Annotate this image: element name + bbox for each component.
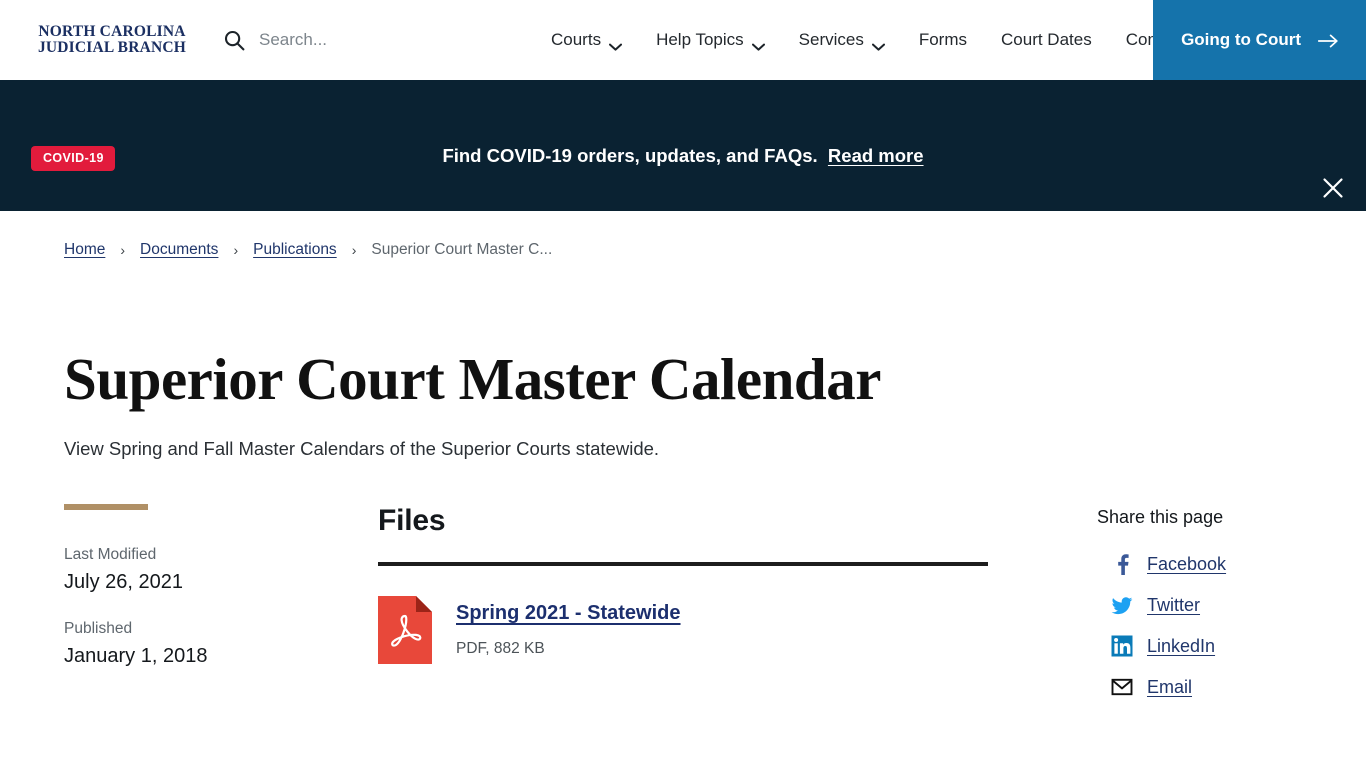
search-bar[interactable]: [224, 20, 429, 60]
share-label: LinkedIn: [1147, 635, 1216, 656]
breadcrumb-item-home[interactable]: Home: [64, 241, 105, 259]
nav-item-label: Services: [798, 30, 864, 49]
nav-item-courts[interactable]: Courts: [551, 30, 623, 51]
nav-item-label: Forms: [918, 30, 968, 49]
breadcrumb-item-current: Superior Court Master C...: [371, 241, 553, 258]
banner-message: Find COVID-19 orders, updates, and FAQs.…: [0, 145, 1366, 167]
file-info: Spring 2021 - Statewide PDF, 882 KB: [456, 596, 681, 658]
twitter-icon: [1111, 594, 1133, 616]
email-icon: [1111, 676, 1133, 698]
page-subtitle: View Spring and Fall Master Calendars of…: [64, 437, 660, 459]
logo-line-1: NORTH CAROLINA: [38, 22, 186, 40]
file-link[interactable]: Spring 2021 - Statewide: [456, 602, 681, 624]
nav-item-court-dates[interactable]: Court Dates: [1001, 30, 1092, 50]
file-meta: PDF, 882 KB: [456, 639, 545, 657]
document-metadata: Last Modified July 26, 2021 Published Ja…: [64, 503, 378, 708]
banner-read-more-link[interactable]: Read more: [828, 145, 924, 166]
chevron-down-icon: [871, 36, 885, 51]
accent-divider: [64, 503, 148, 510]
chevron-down-icon: [751, 36, 765, 51]
nav-item-label: Court Dates: [1001, 30, 1092, 49]
files-section: Files Spring 2021 - Statewide PDF, 882 K…: [378, 504, 988, 708]
breadcrumb-separator: ›: [351, 242, 357, 258]
breadcrumb-separator: ›: [120, 242, 126, 258]
pdf-file-icon: [378, 595, 432, 664]
nav-item-label: Courts: [551, 30, 602, 49]
files-heading: Files: [378, 503, 446, 537]
share-facebook[interactable]: Facebook: [1097, 544, 1302, 585]
nav-item-label: Help Topics: [656, 30, 744, 49]
share-label: Email: [1147, 676, 1193, 697]
share-email[interactable]: Email: [1097, 667, 1302, 708]
banner-message-text: Find COVID-19 orders, updates, and FAQs.: [442, 145, 818, 166]
share-label: Facebook: [1147, 553, 1227, 574]
files-divider: [378, 561, 988, 566]
share-panel: Share this page Facebook Twitter LinkedI…: [1097, 504, 1302, 708]
file-list-item[interactable]: Spring 2021 - Statewide PDF, 882 KB: [378, 595, 988, 664]
breadcrumb-item-documents[interactable]: Documents: [140, 241, 218, 259]
published-label: Published: [64, 619, 133, 637]
covid-alert-banner: COVID-19 Find COVID-19 orders, updates, …: [0, 80, 1366, 211]
share-label: Twitter: [1147, 594, 1201, 615]
main-navigation: Courts Help Topics Services Forms Court …: [551, 0, 1184, 80]
search-icon[interactable]: [224, 30, 245, 51]
breadcrumb-item-publications[interactable]: Publications: [253, 241, 337, 259]
nav-item-forms[interactable]: Forms: [919, 30, 967, 50]
published-value: January 1, 2018: [64, 644, 208, 667]
nav-item-services[interactable]: Services: [798, 30, 885, 51]
share-twitter[interactable]: Twitter: [1097, 585, 1302, 626]
breadcrumb-separator: ›: [233, 242, 239, 258]
last-modified-label: Last Modified: [64, 545, 157, 563]
logo-line-2: JUDICIAL BRANCH: [37, 39, 187, 56]
close-icon[interactable]: [1319, 174, 1347, 202]
page-title: Superior Court Master Calendar: [64, 346, 881, 412]
content-columns: Last Modified July 26, 2021 Published Ja…: [0, 503, 1366, 708]
linkedin-icon: [1111, 635, 1133, 657]
share-heading: Share this page: [1097, 506, 1224, 527]
nav-item-help-topics[interactable]: Help Topics: [656, 30, 765, 51]
last-modified-value: July 26, 2021: [64, 570, 183, 593]
share-linkedin[interactable]: LinkedIn: [1097, 626, 1302, 667]
arrow-right-icon: [1317, 33, 1338, 48]
site-logo[interactable]: NORTH CAROLINA JUDICIAL BRANCH: [32, 22, 192, 57]
breadcrumb: Home › Documents › Publications › Superi…: [0, 211, 1366, 289]
site-header: NORTH CAROLINA JUDICIAL BRANCH Courts He…: [0, 0, 1366, 80]
chevron-down-icon: [609, 36, 623, 51]
going-to-court-button[interactable]: Going to Court: [1153, 0, 1366, 80]
facebook-icon: [1111, 553, 1133, 576]
search-input[interactable]: [259, 30, 429, 50]
going-to-court-label: Going to Court: [1181, 30, 1301, 49]
